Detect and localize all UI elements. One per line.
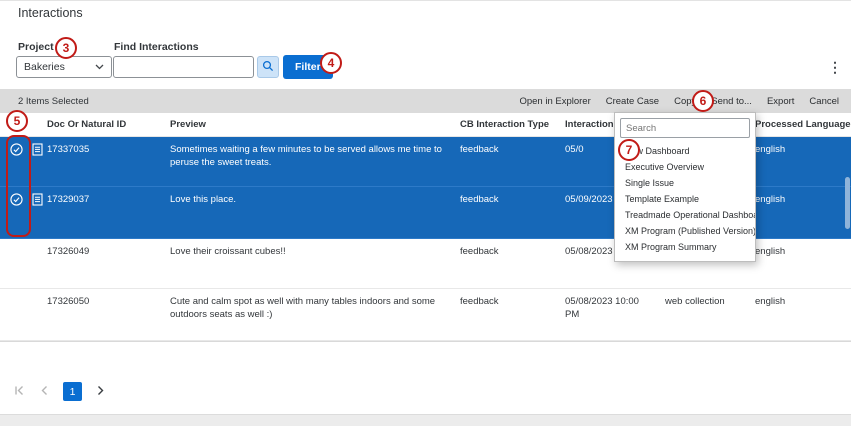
send-to-menu-list: New DashboardExecutive OverviewSingle Is…	[615, 143, 755, 255]
pagination: 1	[14, 382, 105, 401]
next-page-button[interactable]	[97, 384, 105, 399]
send-to-dropdown: New DashboardExecutive OverviewSingle Is…	[614, 112, 756, 262]
cell-source: web collection	[665, 289, 755, 340]
cell-language: english	[755, 187, 851, 238]
toolbar-action-create-case[interactable]: Create Case	[606, 96, 659, 107]
cell-language: english	[755, 289, 851, 340]
table-scrollbar[interactable]	[845, 177, 850, 229]
send-to-menu-item-executive-overview[interactable]: Executive Overview	[615, 159, 755, 175]
project-select-value: Bakeries	[24, 61, 95, 73]
send-to-menu-item-treadmade-operational-dashboard[interactable]: Treadmade Operational Dashboard	[615, 207, 755, 223]
page-number-button[interactable]: 1	[63, 382, 82, 401]
annotation-circle-6: 6	[692, 90, 714, 112]
cell-interaction-type: feedback	[460, 239, 565, 288]
column-header-doc-or-natural-id[interactable]: Doc Or Natural ID	[47, 113, 170, 136]
cell-doc-id: 17326050	[47, 289, 170, 340]
column-header-cb-interaction-type[interactable]: CB Interaction Type	[460, 113, 565, 136]
annotation-circle-5: 5	[6, 110, 28, 132]
filter-bar: Project Bakeries Find Interactions Filte…	[0, 26, 851, 89]
document-icon	[30, 289, 47, 340]
cell-preview: Love their croissant cubes!!	[170, 239, 460, 288]
toolbar-action-cancel[interactable]: Cancel	[809, 96, 839, 107]
toolbar-actions: Open in ExplorerCreate CaseCopySend to..…	[519, 96, 851, 107]
page-header: Interactions	[0, 1, 851, 27]
cell-language: english	[755, 239, 851, 288]
cell-doc-id: 17326049	[47, 239, 170, 288]
cell-preview: Sometimes waiting a few minutes to be se…	[170, 137, 460, 186]
cell-interaction-type: feedback	[460, 187, 565, 238]
column-header-preview[interactable]: Preview	[170, 113, 460, 136]
toolbar-action-send-to[interactable]: Send to...	[711, 96, 752, 107]
annotation-circle-4: 4	[320, 52, 342, 74]
page-title: Interactions	[18, 6, 83, 20]
cell-doc-id: 17337035	[47, 137, 170, 186]
cell-interaction-time: 05/08/2023 10:00 PM	[565, 289, 665, 340]
toolbar-action-open-in-explorer[interactable]: Open in Explorer	[519, 96, 590, 107]
send-to-search-input[interactable]	[620, 118, 750, 138]
chevron-right-icon	[97, 384, 105, 399]
search-button[interactable]	[257, 56, 279, 78]
previous-page-button[interactable]	[40, 384, 48, 399]
first-page-icon	[14, 384, 25, 399]
cell-interaction-type: feedback	[460, 289, 565, 340]
cell-interaction-type: feedback	[460, 137, 565, 186]
document-icon	[30, 239, 47, 288]
find-interactions-input[interactable]	[113, 56, 254, 78]
first-page-button[interactable]	[14, 384, 25, 399]
chevron-down-icon	[95, 61, 104, 73]
project-label: Project	[18, 41, 54, 53]
overflow-menu-icon[interactable]: ⋮	[828, 59, 842, 76]
send-to-menu-item-xm-program-summary[interactable]: XM Program Summary	[615, 239, 755, 255]
annotation-box	[6, 135, 31, 237]
search-icon	[262, 60, 274, 75]
cell-preview: Love this place.	[170, 187, 460, 238]
send-to-menu-item-xm-program-published-version[interactable]: XM Program (Published Version)	[615, 223, 755, 239]
interactions-page: Interactions Project Bakeries Find Inter…	[0, 0, 851, 426]
row-selected-check-icon	[8, 239, 30, 288]
cell-language: english	[755, 137, 851, 186]
send-to-menu-item-template-example[interactable]: Template Example	[615, 191, 755, 207]
selection-toolbar: 2 Items Selected Open in Explorer Create …	[0, 89, 851, 113]
footer-bar	[0, 414, 851, 426]
find-interactions-label: Find Interactions	[114, 41, 199, 53]
row-selected-check-icon	[8, 289, 30, 340]
column-header-blank-1[interactable]	[30, 113, 47, 136]
document-icon[interactable]	[30, 137, 47, 186]
cell-preview: Cute and calm spot as well with many tab…	[170, 289, 460, 340]
document-icon[interactable]	[30, 187, 47, 238]
chevron-left-icon	[40, 384, 48, 399]
column-header-processed-language[interactable]: Processed Language	[755, 113, 851, 136]
selection-count: 2 Items Selected	[18, 96, 89, 107]
toolbar-action-export[interactable]: Export	[767, 96, 794, 107]
annotation-circle-7: 7	[618, 139, 640, 161]
send-to-menu-item-single-issue[interactable]: Single Issue	[615, 175, 755, 191]
cell-doc-id: 17329037	[47, 187, 170, 238]
table-row[interactable]: 17326050Cute and calm spot as well with …	[0, 289, 851, 341]
project-select[interactable]: Bakeries	[16, 56, 112, 78]
annotation-circle-3: 3	[55, 37, 77, 59]
